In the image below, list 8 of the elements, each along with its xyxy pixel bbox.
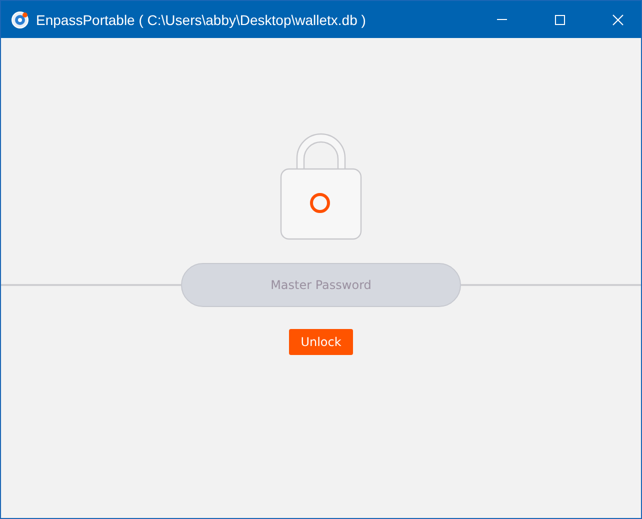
close-icon xyxy=(612,14,624,26)
maximize-icon xyxy=(554,14,566,26)
unlock-button[interactable]: Unlock xyxy=(288,329,354,355)
master-password-field[interactable]: Master Password xyxy=(181,263,461,307)
padlock-icon xyxy=(280,133,362,241)
app-icon xyxy=(11,10,29,28)
window-title: EnpassPortable ( C:\Users\abby\Desktop\walletx.db ) xyxy=(36,12,366,28)
minimize-icon xyxy=(497,19,507,20)
